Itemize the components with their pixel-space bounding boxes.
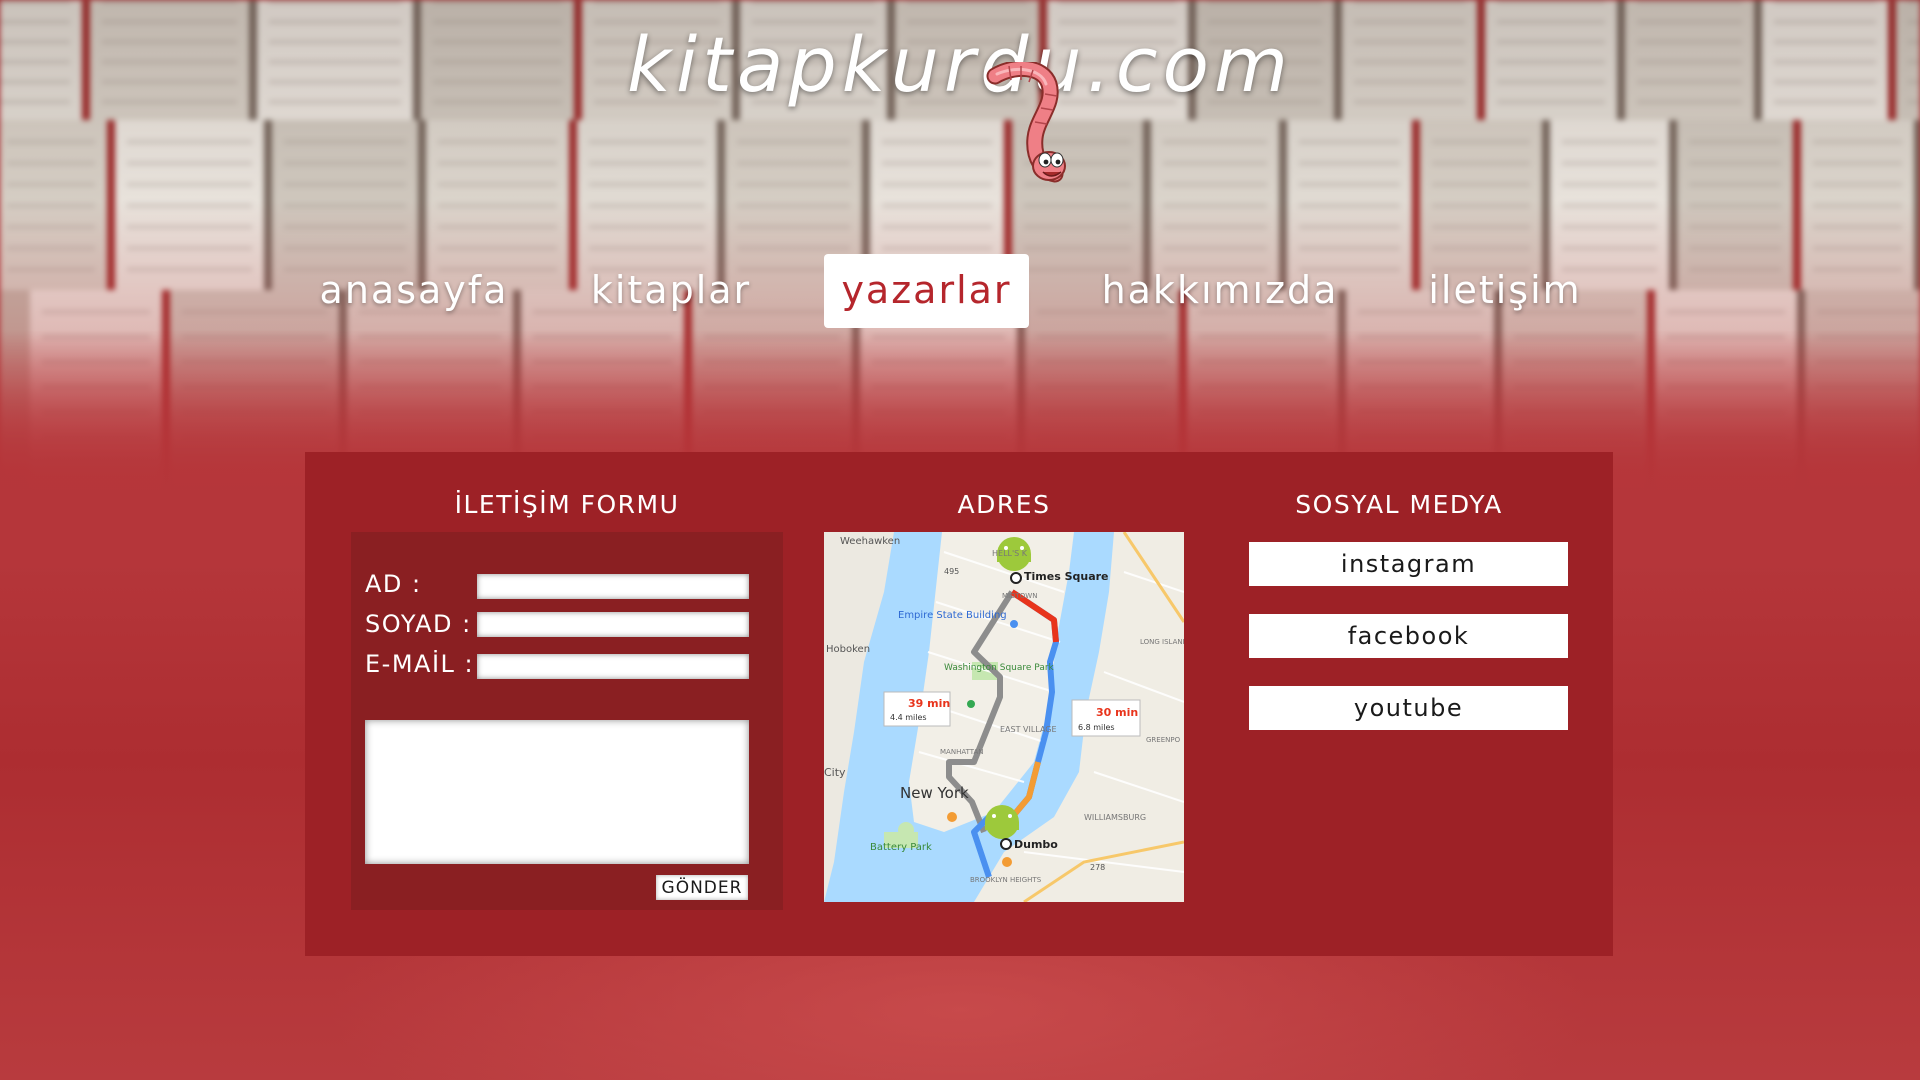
surname-input[interactable] [477, 612, 749, 637]
map-label-brooklyn-heights: BROOKLYN HEIGHTS [970, 876, 1042, 884]
map-label-williamsburg: WILLIAMSBURG [1084, 813, 1146, 822]
instagram-button[interactable]: instagram [1249, 542, 1568, 586]
name-label: AD : [365, 570, 422, 598]
map-label-long-island-city: LONG ISLAND CITY [1140, 638, 1184, 646]
map-label-weehawken: Weehawken [840, 536, 900, 547]
map-label-hells-kitchen: HELL'S K [992, 549, 1028, 558]
map-label-route2-time: 30 min [1096, 706, 1138, 719]
map-label-east-village: EAST VILLAGE [1000, 725, 1057, 734]
map-label-manhattan: MANHATTAN [940, 748, 983, 756]
social-media-title: SOSYAL MEDYA [1295, 490, 1503, 519]
map-label-dumbo: Dumbo [1014, 838, 1058, 851]
youtube-button[interactable]: youtube [1249, 686, 1568, 730]
map-label-route1-distance: 4.4 miles [890, 713, 927, 722]
nav-item-yazarlar[interactable]: yazarlar [824, 254, 1029, 328]
facebook-button[interactable]: facebook [1249, 614, 1568, 658]
nav-item-iletisim[interactable]: iletişim [1420, 254, 1590, 328]
name-input[interactable] [477, 574, 749, 599]
message-textarea[interactable] [365, 720, 749, 864]
map-label-new-york: New York [900, 784, 969, 802]
contact-form: AD : SOYAD : E-MAİL : GÖNDER [351, 532, 783, 910]
address-title: ADRES [957, 490, 1051, 519]
email-input[interactable] [477, 654, 749, 679]
contact-form-title: İLETİŞİM FORMU [454, 490, 680, 519]
map-label-route1-time: 39 min [908, 697, 950, 710]
nav-item-anasayfa[interactable]: anasayfa [318, 254, 510, 328]
map-label-midtown: MIDTOWN [1002, 592, 1037, 600]
map-label-battery-park: Battery Park [870, 842, 932, 853]
address-map[interactable]: Weehawken HELL'S K Times Square MIDTOWN … [824, 532, 1184, 902]
nav-item-hakkimizda[interactable]: hakkımızda [1100, 254, 1340, 328]
map-label-greenpoint: GREENPO [1146, 736, 1181, 744]
map-label-route2-distance: 6.8 miles [1078, 723, 1115, 732]
map-label-empire-state: Empire State Building [898, 610, 1007, 621]
bookworm-mascot-icon [986, 62, 1066, 183]
map-label-hoboken: Hoboken [826, 644, 870, 655]
main-navigation: anasayfa kitaplar yazarlar hakkımızda il… [0, 254, 1920, 328]
site-logo[interactable]: kitapkurdu.com [0, 20, 1920, 109]
logo-text: kitapkurdu.com [626, 20, 1294, 109]
map-label-city: City [824, 766, 846, 779]
map-label-278: 278 [1090, 863, 1105, 872]
map-label-495: 495 [944, 567, 959, 576]
nav-item-kitaplar[interactable]: kitaplar [580, 254, 762, 328]
email-label: E-MAİL : [365, 650, 475, 678]
contact-panel: İLETİŞİM FORMU AD : SOYAD : E-MAİL : GÖN… [305, 452, 1613, 956]
surname-label: SOYAD : [365, 610, 472, 638]
map-label-times-square: Times Square [1024, 570, 1109, 583]
send-button[interactable]: GÖNDER [656, 875, 748, 900]
map-label-washington-square: Washington Square Park [944, 663, 1055, 673]
